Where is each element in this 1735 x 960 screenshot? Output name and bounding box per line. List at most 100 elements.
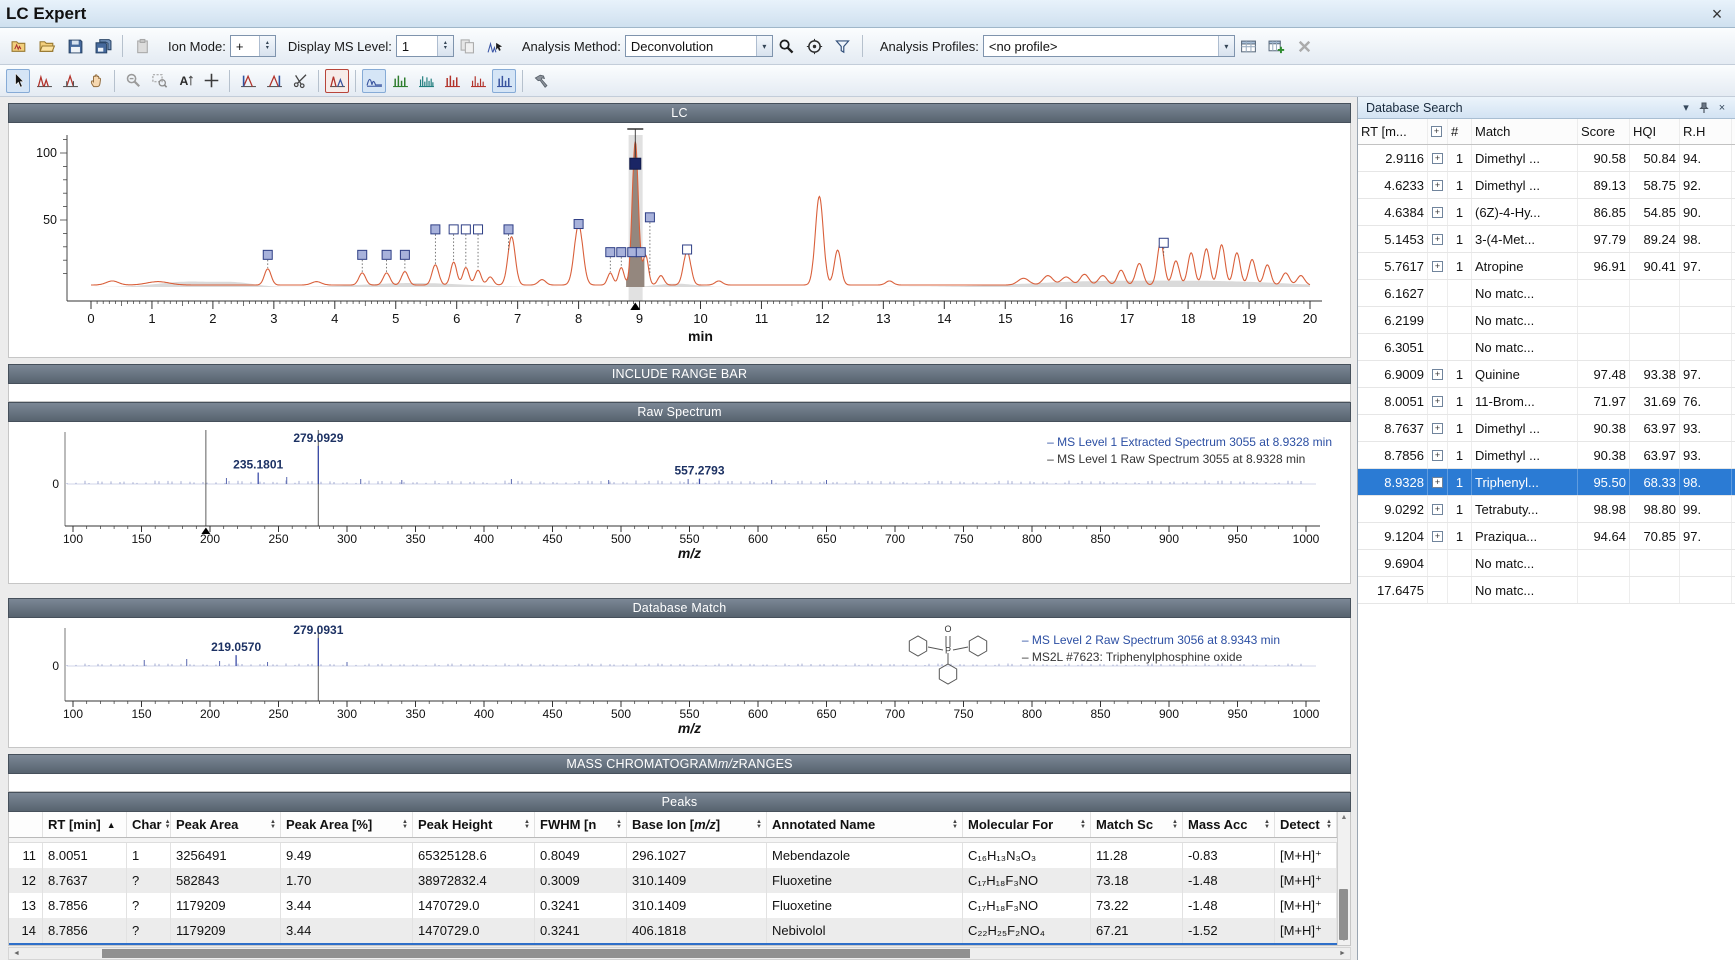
- lc-plot[interactable]: 5010001234567891011121314151617181920min: [9, 123, 1350, 357]
- zoom-box-button[interactable]: [147, 69, 171, 93]
- peak-marker[interactable]: [1159, 238, 1168, 247]
- peaks-col-fwhm-n[interactable]: FWHM [n▲▼: [535, 812, 627, 837]
- peak-marker[interactable]: [358, 250, 367, 259]
- open-method-button[interactable]: [6, 33, 32, 59]
- db-search-row[interactable]: 6.3051No matc...: [1358, 334, 1735, 361]
- chevron-down-icon[interactable]: ▾: [1677, 101, 1695, 114]
- display-ms-level-combo[interactable]: 1▴▾: [396, 35, 454, 57]
- peak-marker[interactable]: [645, 213, 654, 222]
- ds-col-score[interactable]: Score: [1578, 119, 1630, 144]
- bars-teal-button[interactable]: [414, 69, 438, 93]
- bars-green-button[interactable]: [388, 69, 412, 93]
- ds-col-r-h[interactable]: R.H: [1680, 119, 1732, 144]
- db-search-row[interactable]: 8.7856+1Dimethyl ...90.3863.9793.: [1358, 442, 1735, 469]
- analysis-method-combo[interactable]: Deconvolution▾: [625, 35, 773, 57]
- expand-row-icon[interactable]: +: [1432, 531, 1443, 542]
- peak-marker[interactable]: [461, 225, 470, 234]
- peak-baseline-red-button[interactable]: [58, 69, 82, 93]
- scrollbar-thumb[interactable]: [102, 949, 970, 958]
- scroll-right-icon[interactable]: ►: [1335, 950, 1350, 957]
- peaks-vertical-scrollbar[interactable]: ▲▼: [1337, 812, 1350, 945]
- profile-line-button[interactable]: [362, 69, 386, 93]
- ds-col-hqi[interactable]: HQI: [1630, 119, 1680, 144]
- expand-row-icon[interactable]: +: [1432, 234, 1443, 245]
- peaks-col-peak-area[interactable]: Peak Area▲▼: [171, 812, 281, 837]
- crosshair-plus-button[interactable]: [199, 69, 223, 93]
- peak-marker[interactable]: [431, 225, 440, 234]
- peak-marker[interactable]: [263, 250, 272, 259]
- peaks-red-button[interactable]: [32, 69, 56, 93]
- peak-start-button[interactable]: [236, 69, 260, 93]
- window-close-button[interactable]: ×: [1705, 5, 1729, 23]
- peaks-col-rownum[interactable]: [9, 812, 43, 837]
- selected-peak-marker[interactable]: [630, 158, 641, 169]
- peaks-col-match-sc[interactable]: Match Sc▲▼: [1091, 812, 1183, 837]
- expand-row-icon[interactable]: +: [1432, 180, 1443, 191]
- lc-chromatogram-chart[interactable]: 5010001234567891011121314151617181920min: [8, 123, 1351, 358]
- bars-red-button[interactable]: [440, 69, 464, 93]
- db-search-row[interactable]: 6.9009+1Quinine97.4893.3897.: [1358, 361, 1735, 388]
- peaks-table-row[interactable]: 148.7856?11792093.441470729.00.3241406.1…: [9, 918, 1350, 943]
- peaks-col-peak-height[interactable]: Peak Height▲▼: [413, 812, 535, 837]
- tools-hammer-button[interactable]: [529, 69, 553, 93]
- ds-col-expand[interactable]: +: [1428, 119, 1448, 144]
- analysis-profiles-combo[interactable]: <no profile>▾: [983, 35, 1235, 57]
- copy-disabled-button[interactable]: [455, 33, 481, 59]
- expand-row-icon[interactable]: +: [1432, 477, 1443, 488]
- expand-row-icon[interactable]: +: [1432, 153, 1443, 164]
- db-search-row[interactable]: 6.1627No matc...: [1358, 280, 1735, 307]
- ds-col-match[interactable]: Match: [1472, 119, 1578, 144]
- db-search-row[interactable]: 4.6233+1Dimethyl ...89.1358.7592.: [1358, 172, 1735, 199]
- peaks-col-base-ion-m-z[interactable]: Base Ion [m/z]▲▼: [627, 812, 767, 837]
- peak-marker[interactable]: [474, 225, 483, 234]
- expand-row-icon[interactable]: +: [1432, 450, 1443, 461]
- db-search-row[interactable]: 6.2199No matc...: [1358, 307, 1735, 334]
- ds-col-[interactable]: #: [1448, 119, 1472, 144]
- zoom-out-button[interactable]: [121, 69, 145, 93]
- db-search-row[interactable]: 9.1204+1Praziqua...94.6470.8597.: [1358, 523, 1735, 550]
- autoscale-button[interactable]: A: [173, 69, 197, 93]
- db-search-row[interactable]: 17.6475No matc...: [1358, 577, 1735, 604]
- db-search-row[interactable]: 9.6904No matc...: [1358, 550, 1735, 577]
- peaks-col-peak-area[interactable]: Peak Area [%]▲▼: [281, 812, 413, 837]
- peak-marker[interactable]: [400, 250, 409, 259]
- spinner-icon[interactable]: ▴▾: [437, 36, 453, 56]
- scissors-button[interactable]: [288, 69, 312, 93]
- expand-row-icon[interactable]: +: [1432, 396, 1443, 407]
- paste-disabled-button[interactable]: [129, 33, 155, 59]
- scroll-left-icon[interactable]: ◄: [9, 950, 24, 957]
- spinner-icon[interactable]: ▴▾: [259, 36, 275, 56]
- scrollbar-track[interactable]: [24, 948, 1335, 959]
- peak-marker[interactable]: [606, 248, 615, 257]
- peak-marker[interactable]: [504, 225, 513, 234]
- pan-hand-button[interactable]: [84, 69, 108, 93]
- database-match-chart[interactable]: 0219.0570279.093110015020025030035040045…: [8, 618, 1351, 748]
- db-search-row[interactable]: 2.9116+1Dimethyl ...90.5850.8494.: [1358, 145, 1735, 172]
- sort-icon[interactable]: ▲▼: [162, 820, 171, 830]
- db-search-row[interactable]: 4.6384+1(6Z)-4-Hy...86.8554.8590.: [1358, 199, 1735, 226]
- peak-marker[interactable]: [683, 245, 692, 254]
- peak-marker[interactable]: [628, 248, 637, 257]
- save-button[interactable]: [62, 33, 88, 59]
- close-icon[interactable]: ×: [1713, 102, 1731, 114]
- scrollbar-thumb[interactable]: [1339, 889, 1348, 940]
- peaks-col-annotated-name[interactable]: Annotated Name▲▼: [767, 812, 963, 837]
- expand-all-icon[interactable]: +: [1431, 126, 1442, 137]
- sort-icon[interactable]: ▲▼: [1169, 820, 1178, 830]
- peak-marker[interactable]: [574, 220, 583, 229]
- save-all-button[interactable]: [90, 33, 116, 59]
- peaks-table-row[interactable]: 118.0051132564919.4965325128.60.8049296.…: [9, 843, 1350, 868]
- spectrum-pointer-button[interactable]: [483, 33, 509, 59]
- expand-row-icon[interactable]: +: [1432, 504, 1443, 515]
- peak-marker[interactable]: [617, 248, 626, 257]
- horizontal-scrollbar[interactable]: ◄ ►: [8, 947, 1351, 960]
- sort-icon[interactable]: ▲▼: [1261, 820, 1270, 830]
- expand-row-icon[interactable]: +: [1432, 369, 1443, 380]
- bars-blue-button[interactable]: [492, 69, 516, 93]
- overlay-chart-button[interactable]: [325, 69, 349, 93]
- peaks-col-molecular-for[interactable]: Molecular For▲▼: [963, 812, 1091, 837]
- bars-red2-button[interactable]: [466, 69, 490, 93]
- peak-marker[interactable]: [449, 225, 458, 234]
- peaks-col-rt-min[interactable]: RT [min]▲: [43, 812, 127, 837]
- raw-spectrum-chart[interactable]: 0235.1801279.0929557.2793100150200250300…: [8, 422, 1351, 584]
